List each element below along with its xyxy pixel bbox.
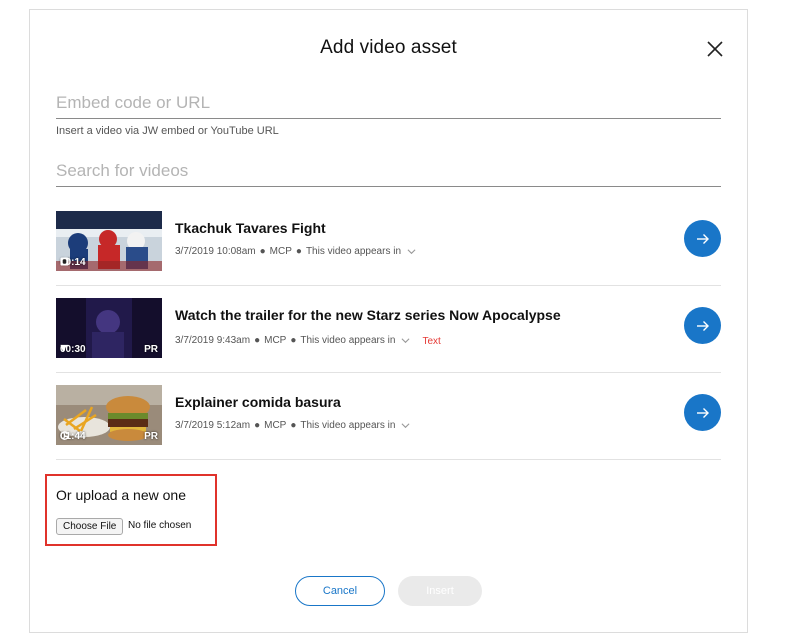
pr-badge: PR: [144, 344, 158, 355]
video-row[interactable]: 01:44 PR Explainer comida basura 3/7/201…: [56, 373, 721, 460]
chevron-down-icon[interactable]: [401, 336, 410, 345]
arrow-right-icon: [696, 320, 709, 331]
video-appears: This video appears in: [300, 420, 396, 431]
duration-label: 00:14: [60, 257, 86, 268]
video-source: MCP: [269, 246, 292, 257]
video-source: MCP: [264, 334, 287, 346]
search-input[interactable]: [56, 161, 721, 187]
video-thumbnail[interactable]: 00:30 PR: [56, 298, 162, 358]
video-date: 3/7/2019 9:43am: [175, 334, 251, 346]
video-tag: Text: [422, 336, 441, 347]
pr-badge: PR: [144, 431, 158, 442]
video-title[interactable]: Tkachuk Tavares Fight: [175, 220, 326, 236]
close-icon: [707, 41, 723, 57]
video-appears: This video appears in: [300, 334, 396, 346]
select-video-button[interactable]: [684, 307, 721, 344]
video-title[interactable]: Watch the trailer for the new Starz seri…: [175, 307, 561, 323]
chevron-down-icon[interactable]: [401, 421, 410, 430]
video-meta: 3/7/2019 10:08am ● MCP ● This video appe…: [175, 246, 416, 257]
embed-help-text: Insert a video via JW embed or YouTube U…: [56, 125, 279, 137]
video-row[interactable]: 00:30 PR Watch the trailer for the new S…: [56, 286, 721, 373]
provider-t-icon: [60, 344, 69, 353]
search-field: [56, 161, 721, 187]
upload-section: Or upload a new one Choose File No file …: [45, 474, 217, 546]
modal-title: Add video asset: [320, 37, 457, 58]
select-video-button[interactable]: [684, 394, 721, 431]
choose-file-button[interactable]: Choose File: [56, 518, 124, 535]
select-video-button[interactable]: [684, 220, 721, 257]
provider-g-icon: [60, 431, 69, 440]
video-date: 3/7/2019 5:12am: [175, 420, 251, 431]
arrow-right-icon: [696, 407, 709, 418]
video-title[interactable]: Explainer comida basura: [175, 394, 341, 410]
video-meta: 3/7/2019 9:43am ● MCP ● This video appea…: [175, 334, 441, 348]
video-list: 00:14 Tkachuk Tavares Fight 3/7/2019 10:…: [56, 199, 721, 460]
insert-button[interactable]: Insert: [398, 576, 482, 606]
upload-title: Or upload a new one: [56, 487, 186, 503]
video-thumbnail[interactable]: 01:44 PR: [56, 385, 162, 445]
video-source: MCP: [264, 420, 287, 431]
video-row[interactable]: 00:14 Tkachuk Tavares Fight 3/7/2019 10:…: [56, 199, 721, 286]
duration-label: 01:44: [60, 431, 86, 442]
embed-input[interactable]: [56, 93, 721, 119]
no-file-label: No file chosen: [128, 520, 192, 531]
cancel-button[interactable]: Cancel: [295, 576, 385, 606]
video-thumbnail[interactable]: 00:14: [56, 211, 162, 271]
close-button[interactable]: [706, 40, 724, 58]
embed-field: Insert a video via JW embed or YouTube U…: [56, 93, 721, 137]
video-appears: This video appears in: [305, 246, 402, 257]
provider-d-icon: [60, 257, 69, 266]
video-meta: 3/7/2019 5:12am ● MCP ● This video appea…: [175, 420, 410, 431]
duration-label: 00:30: [60, 344, 86, 355]
chevron-down-icon[interactable]: [407, 247, 416, 256]
video-date: 3/7/2019 10:08am: [175, 246, 256, 257]
arrow-right-icon: [696, 233, 709, 244]
